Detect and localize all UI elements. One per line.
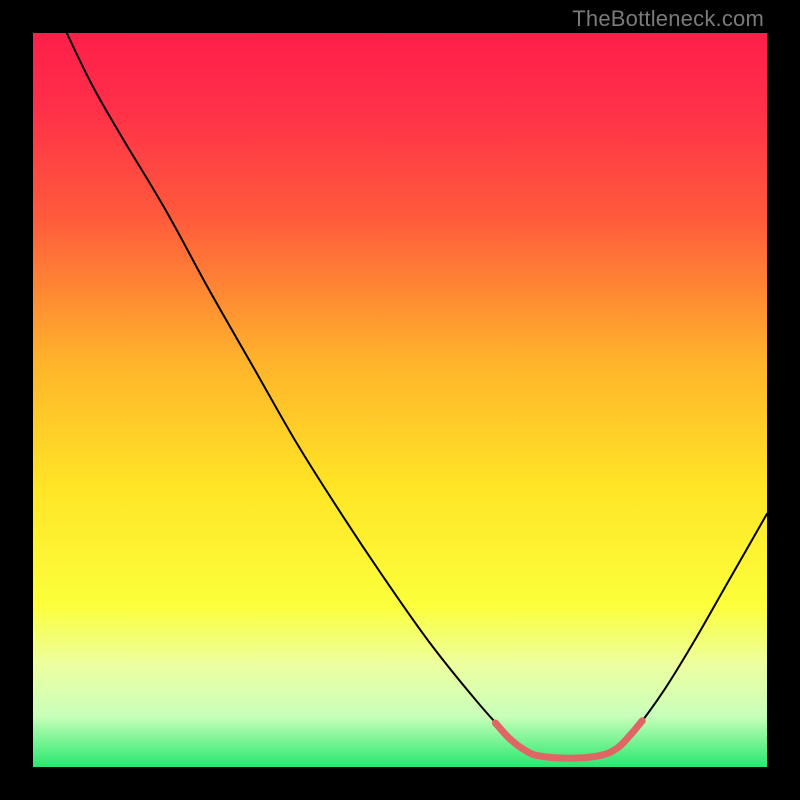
- chart-canvas: [33, 33, 767, 767]
- gradient-bg: [33, 33, 767, 767]
- watermark-text: TheBottleneck.com: [572, 6, 764, 32]
- chart-frame: [33, 33, 767, 767]
